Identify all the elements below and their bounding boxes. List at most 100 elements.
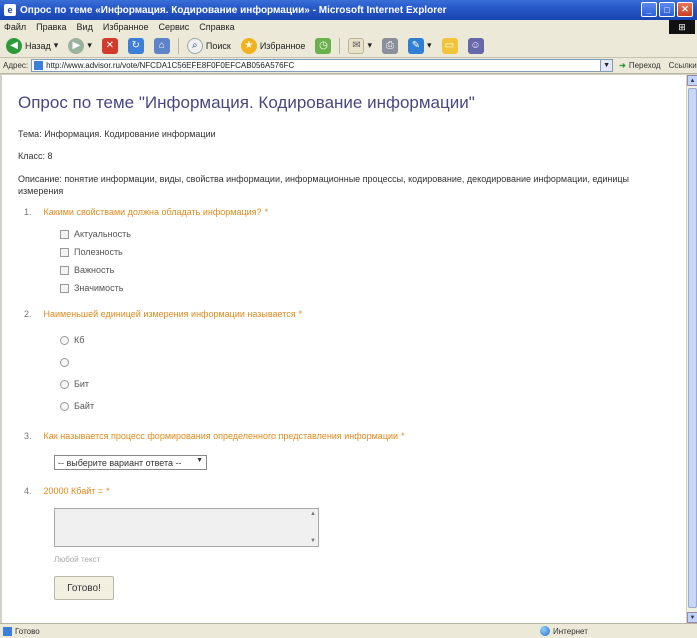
survey-theme: Тема: Информация. Кодирование информации <box>18 129 216 139</box>
page-title: Опрос по теме "Информация. Кодирование и… <box>18 93 475 112</box>
search-button[interactable]: ⌕ Поиск <box>185 36 233 56</box>
required-marker: * <box>264 207 269 217</box>
refresh-button[interactable]: ↻ <box>126 36 146 56</box>
chevron-down-icon: ▾ <box>367 40 372 50</box>
maximize-button[interactable]: □ <box>659 2 675 17</box>
address-dropdown-button[interactable]: ▼ <box>601 59 614 72</box>
menu-item-view[interactable]: Вид <box>77 22 93 32</box>
messenger-icon: ☺ <box>467 37 484 54</box>
radio-button[interactable] <box>60 357 69 367</box>
address-bar: Адрес: http://www.advisor.ru/vote/NFCDA1… <box>0 58 697 74</box>
status-text: Готово <box>15 626 40 636</box>
print-button[interactable]: ⎙ <box>380 36 400 56</box>
search-label: Поиск <box>205 40 231 51</box>
question-4-title: 4. 20000 Кбайт = * <box>24 486 670 496</box>
mail-icon: ✉ <box>348 37 365 54</box>
answer-hint: Любой текст <box>54 555 101 564</box>
checkbox-option[interactable]: Актуальность <box>60 227 670 241</box>
answer-textarea[interactable]: ▲ ▼ <box>54 508 319 547</box>
chevron-down-icon: ▾ <box>87 40 92 50</box>
radio-button[interactable] <box>60 379 69 389</box>
checkbox[interactable] <box>60 283 69 293</box>
status-bar: Готово Интернет <box>0 623 697 638</box>
stop-button[interactable]: ✕ <box>100 36 120 56</box>
ie-icon: e <box>4 4 16 16</box>
folder-button[interactable]: ▭ <box>440 36 460 56</box>
question-number: 3. <box>24 431 32 441</box>
select-value: -- выберите вариант ответа -- <box>58 457 182 468</box>
textarea-scrollbar[interactable]: ▲ ▼ <box>309 511 317 544</box>
menu-item-tools[interactable]: Сервис <box>158 22 189 32</box>
address-input[interactable]: http://www.advisor.ru/vote/NFCDA1C56EFE8… <box>31 59 602 72</box>
submit-button[interactable]: Готово! <box>54 576 114 600</box>
page-content: Опрос по теме "Информация. Кодирование и… <box>2 75 686 623</box>
chevron-down-icon: ▾ <box>426 40 432 50</box>
home-button[interactable]: ⌂ <box>152 36 172 56</box>
question-number: 4. <box>24 486 32 496</box>
question-text: 20000 Кбайт = <box>43 486 104 496</box>
scroll-thumb[interactable] <box>688 88 697 608</box>
question-text: Наименьшей единицей измерения информации… <box>43 309 296 319</box>
refresh-icon: ↻ <box>127 37 144 54</box>
menu-bar: Файл Правка Вид Избранное Сервис Справка… <box>0 20 697 34</box>
radio-option[interactable]: Байт <box>60 399 670 413</box>
radio-button[interactable] <box>60 401 69 411</box>
option-label: Полезность <box>74 247 123 257</box>
history-button[interactable]: ◷ <box>313 36 333 56</box>
go-button[interactable]: ➜ Переход <box>619 61 660 70</box>
option-label: Байт <box>74 401 95 411</box>
checkbox-option[interactable]: Полезность <box>60 245 670 259</box>
toolbar-separator <box>339 37 341 54</box>
menu-item-favorites[interactable]: Избранное <box>103 22 149 32</box>
address-url: http://www.advisor.ru/vote/NFCDA1C56EFE8… <box>46 61 295 70</box>
stop-icon: ✕ <box>101 37 118 54</box>
scroll-down-icon: ▼ <box>310 538 316 544</box>
page-scrollbar[interactable]: ▲ ▼ <box>686 75 697 623</box>
favorites-label: Избранное <box>259 40 306 51</box>
favorites-button[interactable]: ★ Избранное <box>239 36 308 56</box>
window-title: Опрос по теме «Информация. Кодирование и… <box>20 4 447 16</box>
messenger-button[interactable]: ☺ <box>466 36 486 56</box>
checkbox-option[interactable]: Важность <box>60 263 670 277</box>
edit-button[interactable]: ✎ ▾ <box>406 36 434 56</box>
minimize-button[interactable]: _ <box>641 2 657 17</box>
home-icon: ⌂ <box>153 37 170 54</box>
scroll-up-icon: ▲ <box>310 511 316 517</box>
mail-button[interactable]: ✉ ▾ <box>346 36 374 56</box>
forward-arrow-icon: ▶ <box>68 37 85 54</box>
checkbox[interactable] <box>60 247 69 257</box>
survey-description: Описание: понятие информации, виды, свой… <box>18 174 630 196</box>
back-button[interactable]: ◀ Назад ▾ <box>4 36 60 56</box>
checkbox-option[interactable]: Значимость <box>60 281 670 295</box>
question-number: 2. <box>24 309 32 319</box>
toolbar: ◀ Назад ▾ ▶ ▾ ✕ ↻ ⌂ ⌕ Поиск ★ Избранное … <box>0 34 697 58</box>
question-3-title: 3. Как называется процесс формирования о… <box>24 431 670 441</box>
checkbox[interactable] <box>60 265 69 275</box>
back-arrow-icon: ◀ <box>6 37 22 54</box>
radio-option[interactable]: Кб <box>60 333 670 347</box>
search-icon: ⌕ <box>186 37 203 54</box>
question-2-title: 2. Наименьшей единицей измерения информа… <box>24 309 670 319</box>
menu-item-file[interactable]: Файл <box>4 22 26 32</box>
close-button[interactable]: ✕ <box>677 2 693 17</box>
internet-globe-icon <box>540 626 550 636</box>
scroll-down-button[interactable]: ▼ <box>687 612 697 623</box>
menu-item-help[interactable]: Справка <box>199 22 234 32</box>
checkbox[interactable] <box>60 229 69 239</box>
radio-option[interactable] <box>60 355 670 369</box>
option-label: Бит <box>74 379 90 389</box>
page-icon <box>34 61 44 70</box>
windows-logo-icon: ⊞ <box>669 20 695 34</box>
answer-select[interactable]: -- выберите вариант ответа -- ▼ <box>54 455 207 470</box>
address-label: Адрес: <box>3 61 29 70</box>
chevron-down-icon: ▼ <box>196 457 203 464</box>
star-icon: ★ <box>240 37 257 54</box>
chevron-down-icon: ▾ <box>53 40 59 50</box>
scroll-up-button[interactable]: ▲ <box>687 75 697 86</box>
forward-button[interactable]: ▶ ▾ <box>66 36 94 56</box>
radio-option[interactable]: Бит <box>60 377 670 391</box>
radio-button[interactable] <box>60 335 69 345</box>
links-button[interactable]: Ссылки <box>669 61 697 70</box>
survey-grade: Класс: 8 <box>18 151 53 161</box>
menu-item-edit[interactable]: Правка <box>36 22 66 32</box>
